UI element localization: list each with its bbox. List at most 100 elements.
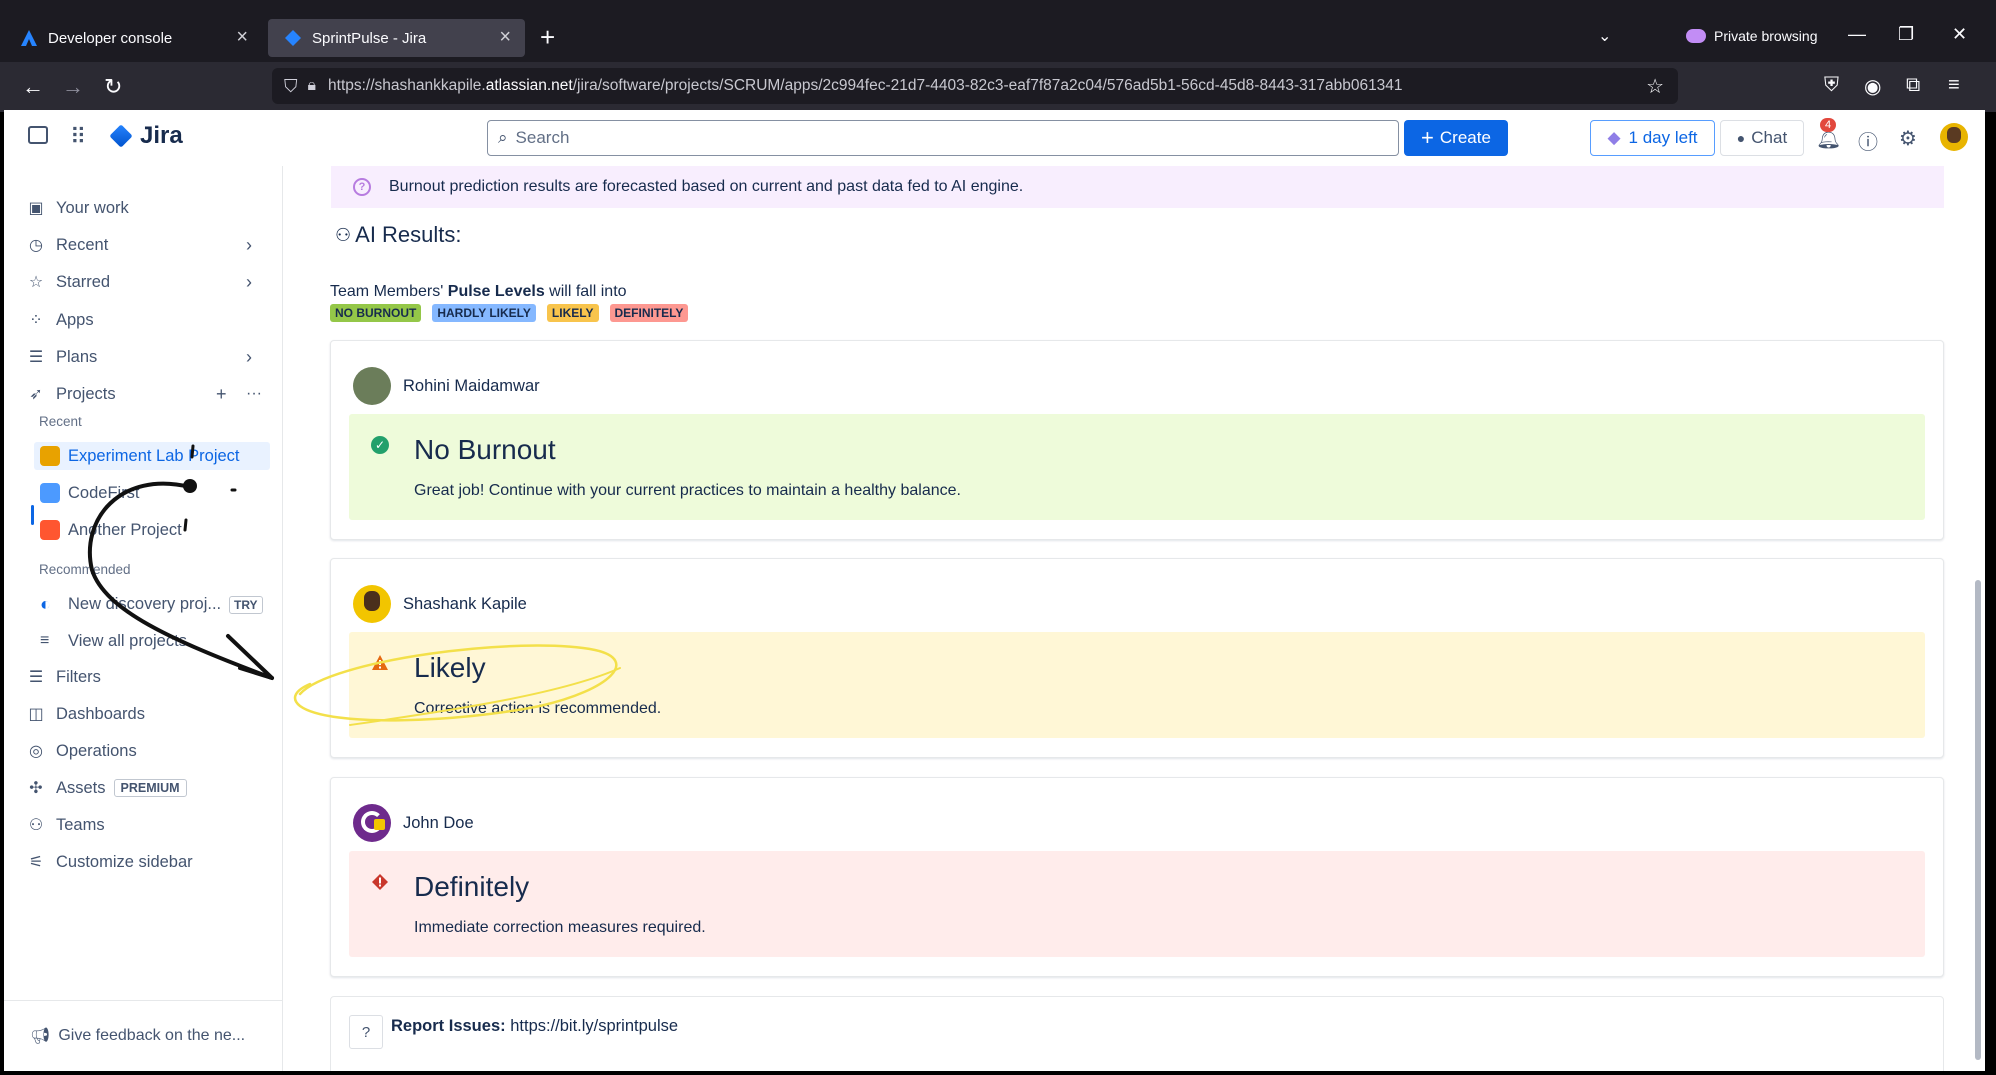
url-text: https://shashankkapile.atlassian.net/jir…: [328, 77, 1403, 94]
chat-button[interactable]: ● Chat: [1720, 120, 1804, 156]
gear-icon[interactable]: ⚙: [1899, 126, 1917, 151]
minimize-icon[interactable]: —: [1848, 24, 1866, 45]
close-tab-icon[interactable]: ×: [236, 26, 248, 49]
result-card: John Doe Definitely Immediate correction…: [330, 777, 1944, 977]
project-icon: [40, 520, 60, 540]
scrollbar-thumb[interactable]: [1975, 580, 1981, 1060]
sidebar-item-filters[interactable]: ☰ Filters: [26, 663, 266, 691]
sidebar-toggle-icon[interactable]: [28, 126, 48, 144]
info-banner: ? Burnout prediction results are forecas…: [331, 166, 1944, 208]
result-description: Great job! Continue with your current pr…: [414, 482, 961, 499]
project-label: Experiment Lab Project: [68, 446, 240, 465]
extensions-icon[interactable]: ⧉: [1906, 74, 1920, 97]
app-switcher-icon[interactable]: ⠿: [70, 124, 86, 150]
sidebar-item-label: Apps: [56, 310, 94, 329]
tab-title: Developer console: [48, 29, 173, 47]
premium-badge: PREMIUM: [113, 779, 187, 797]
reload-icon[interactable]: ↻: [104, 74, 122, 100]
create-button[interactable]: + Create: [1404, 120, 1508, 156]
sidebar-item-customize[interactable]: ⚟ Customize sidebar: [26, 848, 266, 876]
lock-icon[interactable]: 🔒︎: [308, 77, 317, 95]
restore-icon[interactable]: ❐: [1898, 24, 1914, 45]
legend-chip-no-burnout: NO BURNOUT: [330, 304, 422, 322]
sidebar-item-label: Plans: [56, 347, 98, 366]
project-icon: [40, 446, 60, 466]
sidebar-item-projects[interactable]: ➶ Projects + ···: [26, 380, 266, 408]
pulse-legend: NO BURNOUT HARDLY LIKELY LIKELY DEFINITE…: [330, 304, 699, 322]
result-card: Rohini Maidamwar ✓ No Burnout Great job!…: [330, 340, 1944, 540]
search-input[interactable]: ⌕ Search: [487, 120, 1399, 156]
sidebar-item-apps[interactable]: ⁘ Apps: [26, 306, 266, 334]
avatar: [353, 367, 391, 405]
question-icon: ?: [349, 1015, 383, 1049]
member-header: Shashank Kapile: [353, 585, 527, 623]
sidebar-item-operations[interactable]: ◎ Operations: [26, 737, 266, 765]
result-title: No Burnout: [414, 434, 556, 465]
report-issues: ? Report Issues: https://bit.ly/sprintpu…: [330, 996, 1944, 1071]
banner-text: Burnout prediction results are forecaste…: [389, 178, 1024, 195]
menu-icon[interactable]: ≡: [1948, 74, 1960, 97]
product-name: Jira: [140, 122, 183, 149]
recent-heading: Recent: [39, 414, 82, 429]
feedback-link[interactable]: 📢︎ Give feedback on the ne...: [30, 1026, 245, 1046]
intro-text: will fall into: [549, 283, 627, 300]
sidebar-project-experiment-lab[interactable]: Experiment Lab Project: [34, 442, 270, 470]
more-icon[interactable]: ···: [246, 385, 262, 403]
chevron-down-icon[interactable]: ⌄: [1598, 26, 1611, 46]
sidebar-project-another[interactable]: Another Project: [40, 516, 270, 544]
browser-tab-sprintpulse[interactable]: SprintPulse - Jira ×: [268, 19, 525, 57]
sidebar-item-dashboards[interactable]: ◫ Dashboards: [26, 700, 266, 728]
sidebar-item-recent[interactable]: ◷ Recent ›: [26, 231, 266, 259]
member-header: Rohini Maidamwar: [353, 367, 540, 405]
new-tab-icon[interactable]: +: [540, 22, 555, 53]
dashboard-icon: ◫: [28, 706, 44, 723]
jira-top-nav: ⠿ Jira ⌕ Search + Create ◆ 1 day left ● …: [4, 110, 1985, 166]
chevron-right-icon: ›: [246, 271, 252, 292]
report-link[interactable]: https://bit.ly/sprintpulse: [510, 1017, 678, 1035]
trial-label: 1 day left: [1628, 128, 1698, 147]
close-window-icon[interactable]: ✕: [1952, 24, 1967, 45]
create-label: Create: [1439, 128, 1491, 147]
jira-logo[interactable]: Jira: [109, 122, 183, 150]
browser-tab-developer-console[interactable]: Developer console ×: [4, 19, 262, 57]
avatar[interactable]: [1940, 123, 1968, 151]
result-description: Immediate correction measures required.: [414, 919, 706, 936]
divider: [4, 1000, 283, 1001]
report-label: Report Issues:: [391, 1017, 506, 1035]
trial-button[interactable]: ◆ 1 day left: [1590, 120, 1715, 156]
project-label: CodeFirst: [68, 483, 140, 502]
sidebar-item-label: Customize sidebar: [56, 852, 193, 871]
sidebar-item-label: Teams: [56, 815, 105, 834]
account-icon[interactable]: ◉: [1864, 74, 1881, 99]
discovery-icon: ◐: [40, 593, 51, 614]
pocket-icon[interactable]: ⛨: [1824, 74, 1839, 97]
chevron-right-icon: ›: [246, 234, 252, 255]
clock-icon: ◷: [29, 237, 43, 254]
result-title: Definitely: [414, 871, 530, 902]
view-all-projects[interactable]: ≡ View all projects: [40, 627, 270, 655]
sidebar-item-label: Starred: [56, 272, 111, 291]
browser-nav-bar: ← → ↻ ⛉ 🔒︎ https://shashankkapile.atlass…: [0, 62, 1996, 112]
star-icon: ☆: [28, 274, 44, 291]
sidebar-item-plans[interactable]: ☰ Plans ›: [26, 343, 266, 371]
sidebar-item-teams[interactable]: ⚇ Teams: [26, 811, 266, 839]
sidebar-project-codefirst[interactable]: CodeFirst: [40, 479, 270, 507]
back-icon[interactable]: ←: [22, 74, 44, 100]
shield-icon[interactable]: ⛉: [284, 76, 298, 97]
jira-app: ⠿ Jira ⌕ Search + Create ◆ 1 day left ● …: [4, 110, 1985, 1071]
forward-icon[interactable]: →: [62, 74, 84, 100]
private-label: Private browsing: [1714, 28, 1818, 44]
sidebar-item-your-work[interactable]: ▣ Your work: [26, 194, 266, 222]
close-tab-icon[interactable]: ×: [499, 26, 511, 49]
view-all-label: View all projects: [68, 631, 187, 650]
address-bar[interactable]: ⛉ 🔒︎ https://shashankkapile.atlassian.ne…: [272, 68, 1678, 104]
bookmark-star-icon[interactable]: ☆: [1646, 74, 1664, 99]
sidebar-item-starred[interactable]: ☆ Starred ›: [26, 268, 266, 296]
notification-badge: 4: [1820, 118, 1837, 132]
add-project-icon[interactable]: +: [216, 384, 227, 405]
sidebar-item-label: Projects: [56, 384, 116, 403]
help-icon[interactable]: ⓘ: [1858, 126, 1878, 155]
result-description: Corrective action is recommended.: [414, 700, 662, 717]
warning-icon: [371, 654, 389, 672]
sidebar-item-assets[interactable]: ✣ Assets PREMIUM: [26, 774, 266, 802]
